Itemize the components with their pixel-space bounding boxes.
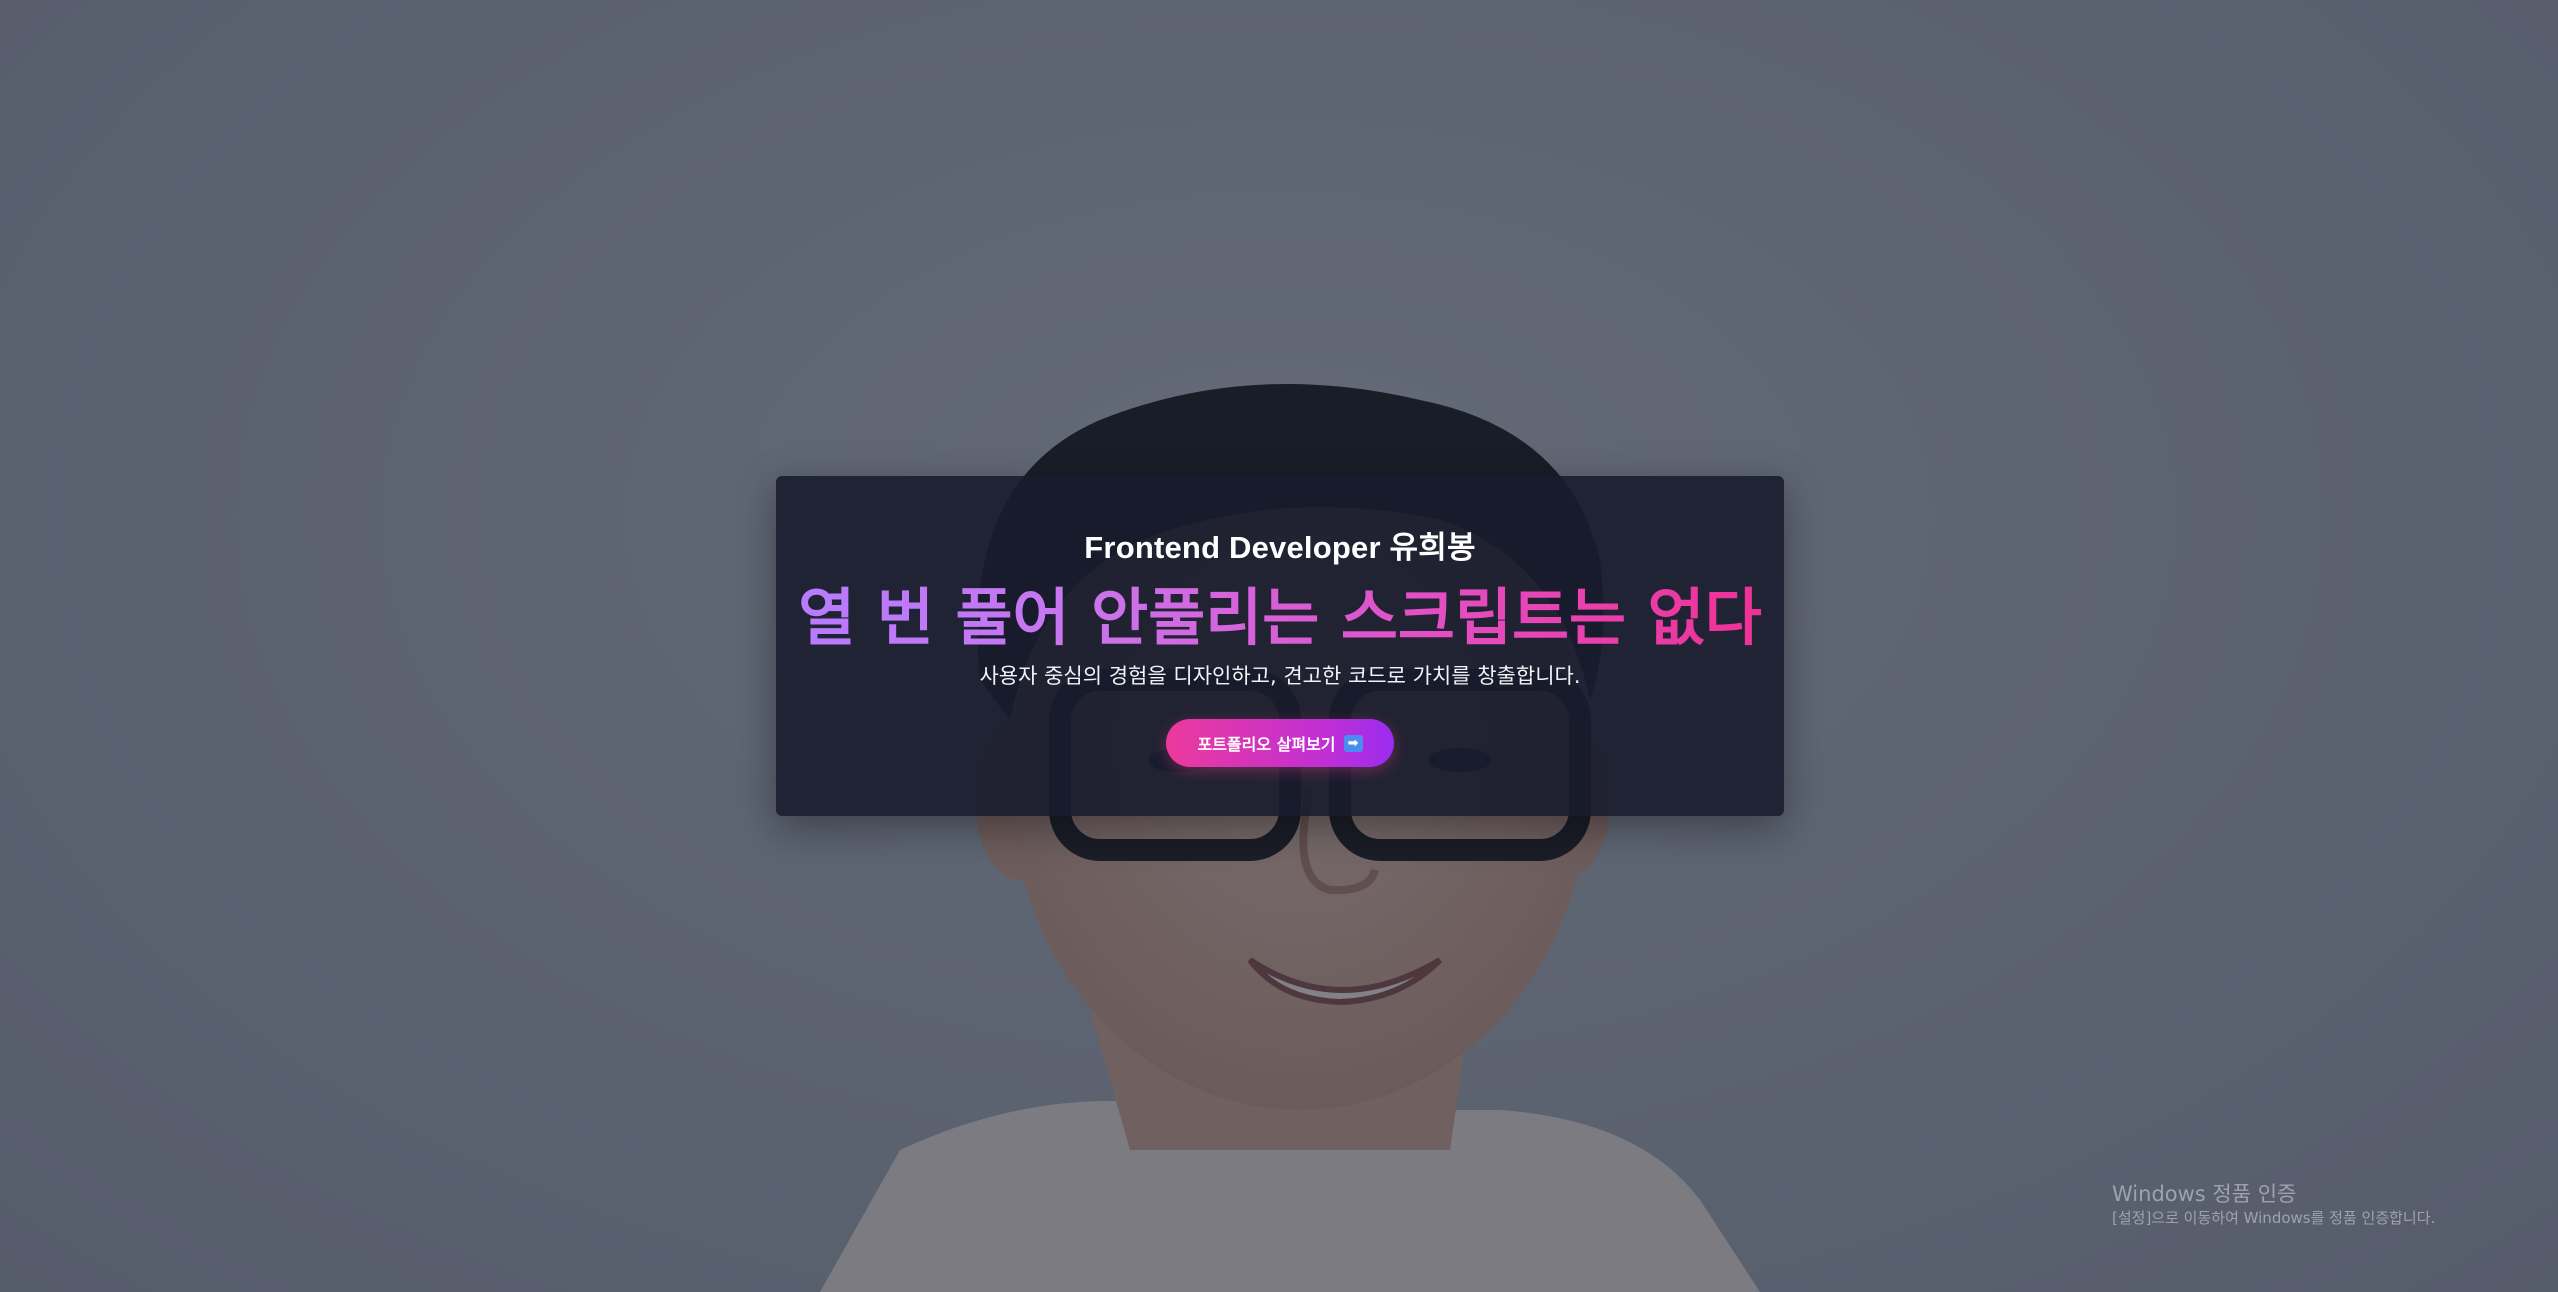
windows-activation-watermark: Windows 정품 인증 [설정]으로 이동하여 Windows를 정품 인증… <box>2112 1180 2435 1228</box>
view-portfolio-label: 포트폴리오 살펴보기 <box>1197 735 1336 754</box>
hero-headline: 열 번 풀어 안풀리는 스크립트는 없다 <box>776 580 1784 656</box>
watermark-subtitle: [설정]으로 이동하여 Windows를 정품 인증합니다. <box>2112 1209 2436 1227</box>
hero-tagline: 사용자 중심의 경험을 디자인하고, 견고한 코드로 가치를 창출합니다. <box>979 664 1581 688</box>
arrow-right-icon: ➡ <box>1343 734 1363 752</box>
hero-section: Frontend Developer 유희봉 열 번 풀어 안풀리는 스크립트는… <box>0 0 2558 1292</box>
intro-card: Frontend Developer 유희봉 열 번 풀어 안풀리는 스크립트는… <box>776 476 1784 816</box>
role-subtitle: Frontend Developer 유희봉 <box>1084 530 1476 565</box>
watermark-title: Windows 정품 인증 <box>2112 1182 2297 1206</box>
view-portfolio-button[interactable]: 포트폴리오 살펴보기 ➡ <box>1166 719 1394 767</box>
